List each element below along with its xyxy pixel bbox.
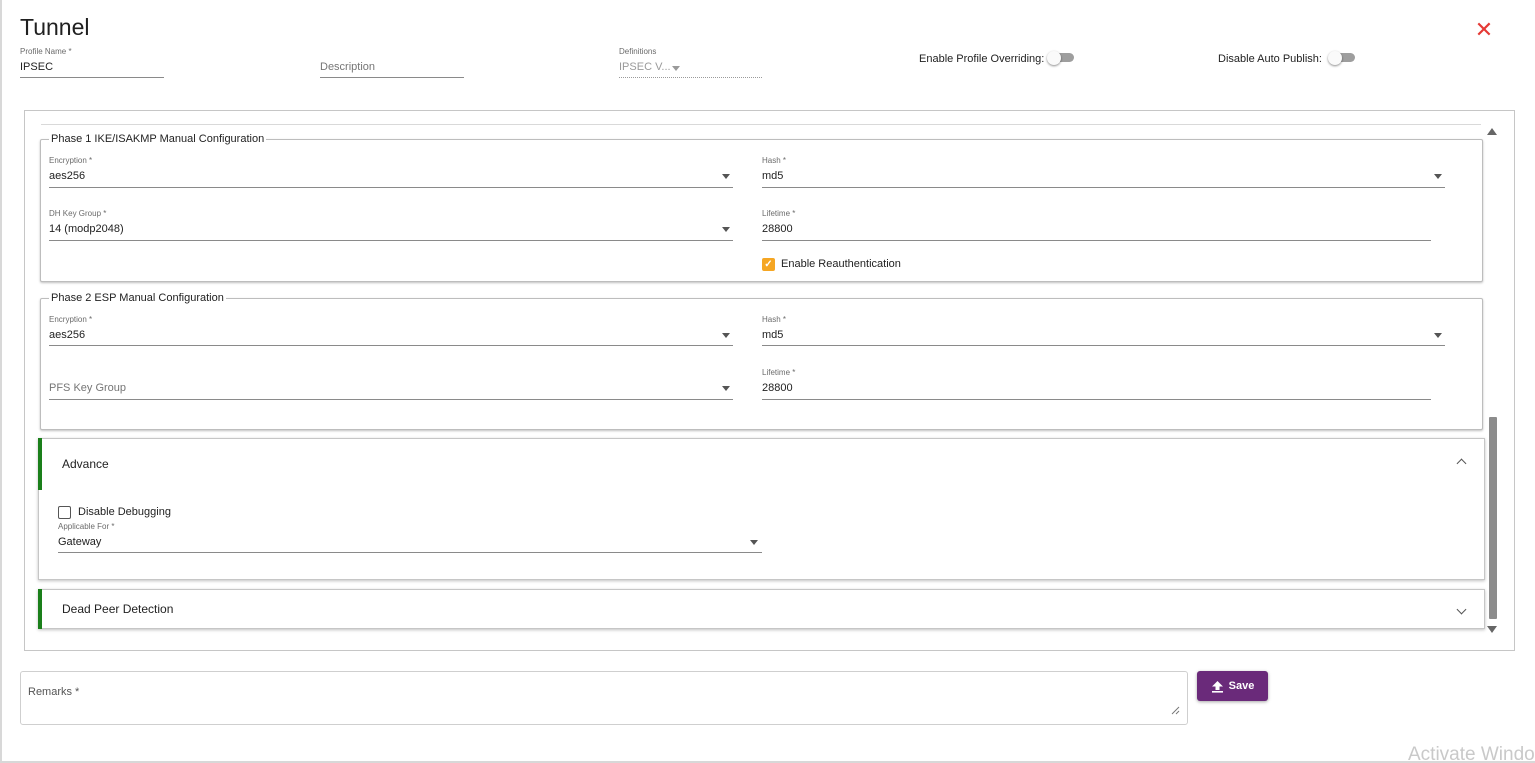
- advance-accordion: [38, 438, 1485, 580]
- advance-accent-bar: [38, 438, 42, 490]
- toggle-thumb[interactable]: [1328, 51, 1342, 65]
- profile-name-label: Profile Name *: [20, 47, 72, 56]
- phase1-lifetime-input[interactable]: 28800: [762, 223, 793, 235]
- description-input[interactable]: Description: [320, 61, 375, 73]
- phase1-hash-select[interactable]: md5: [762, 170, 783, 182]
- disable-auto-publish-label: Disable Auto Publish:: [1218, 53, 1322, 65]
- definitions-underline: [619, 77, 762, 78]
- definitions-label: Definitions: [619, 47, 657, 56]
- phase2-lifetime-label: Lifetime *: [762, 368, 796, 377]
- phase2-lifetime-input[interactable]: 28800: [762, 382, 793, 394]
- phase1-encryption-label: Encryption *: [49, 156, 93, 165]
- phase2-hash-select[interactable]: md5: [762, 329, 783, 341]
- phase1-dh-label: DH Key Group *: [49, 209, 107, 218]
- phase1-dh-underline: [49, 240, 733, 241]
- section-divider: [41, 124, 1481, 125]
- applicable-for-select[interactable]: Gateway: [58, 536, 101, 548]
- profile-name-input[interactable]: IPSEC: [20, 61, 53, 73]
- dead-peer-detection-accordion: [38, 589, 1485, 629]
- windows-activation-watermark: Activate Windo: [1408, 744, 1535, 763]
- applicable-for-label: Applicable For *: [58, 522, 115, 531]
- chevron-down-icon[interactable]: [1434, 174, 1442, 179]
- scroll-down-icon[interactable]: [1487, 626, 1497, 633]
- enable-reauth-checkbox[interactable]: ✓: [762, 258, 775, 271]
- enable-reauth-label: Enable Reauthentication: [781, 258, 901, 270]
- phase1-legend: Phase 1 IKE/ISAKMP Manual Configuration: [49, 133, 267, 145]
- phase2-encryption-select[interactable]: aes256: [49, 329, 85, 341]
- remarks-textarea[interactable]: [20, 671, 1188, 725]
- scroll-up-icon[interactable]: [1487, 128, 1497, 135]
- save-button-label: Save: [1228, 680, 1255, 692]
- phase1-hash-label: Hash *: [762, 156, 787, 165]
- phase2-legend: Phase 2 ESP Manual Configuration: [49, 292, 226, 304]
- pfs-key-group-underline: [49, 399, 733, 400]
- disable-debugging-checkbox[interactable]: [58, 506, 71, 519]
- dialog-title: Tunnel: [20, 14, 90, 40]
- pfs-key-group-select[interactable]: PFS Key Group: [49, 382, 126, 394]
- phase2-hash-label: Hash *: [762, 315, 787, 324]
- chevron-down-icon[interactable]: [722, 227, 730, 232]
- phase2-encryption-underline: [49, 345, 733, 346]
- dpd-accent-bar: [38, 589, 42, 629]
- scrollbar-thumb[interactable]: [1489, 417, 1497, 619]
- applicable-for-underline: [58, 552, 762, 553]
- advance-header[interactable]: Advance: [62, 457, 109, 471]
- definitions-select[interactable]: IPSEC V...: [619, 61, 671, 73]
- phase1-lifetime-label: Lifetime *: [762, 209, 796, 218]
- remarks-label: Remarks *: [28, 686, 80, 698]
- disable-debugging-label: Disable Debugging: [78, 506, 171, 518]
- save-button[interactable]: Save: [1197, 671, 1268, 701]
- phase2-hash-underline: [762, 345, 1445, 346]
- close-icon[interactable]: ✕: [1474, 19, 1494, 41]
- enable-profile-overriding-label: Enable Profile Overriding:: [919, 53, 1045, 65]
- phase1-encryption-select[interactable]: aes256: [49, 170, 85, 182]
- phase1-dh-select[interactable]: 14 (modp2048): [49, 223, 124, 235]
- profile-name-underline: [20, 77, 164, 78]
- chevron-down-icon[interactable]: [722, 386, 730, 391]
- chevron-down-icon[interactable]: [750, 540, 758, 545]
- dead-peer-detection-header[interactable]: Dead Peer Detection: [62, 602, 173, 616]
- chevron-down-icon[interactable]: [722, 174, 730, 179]
- chevron-down-icon[interactable]: [722, 333, 730, 338]
- resize-handle-icon[interactable]: [1171, 706, 1180, 715]
- phase1-hash-underline: [762, 187, 1445, 188]
- phase2-lifetime-underline: [762, 399, 1431, 400]
- toggle-thumb[interactable]: [1047, 51, 1061, 65]
- definitions-dropdown-icon[interactable]: [672, 66, 680, 71]
- chevron-down-icon[interactable]: [1434, 333, 1442, 338]
- phase2-encryption-label: Encryption *: [49, 315, 93, 324]
- description-underline: [320, 77, 464, 78]
- window-left-edge: [0, 0, 2, 763]
- phase1-lifetime-underline: [762, 240, 1431, 241]
- phase1-encryption-underline: [49, 187, 733, 188]
- upload-icon: [1211, 680, 1223, 693]
